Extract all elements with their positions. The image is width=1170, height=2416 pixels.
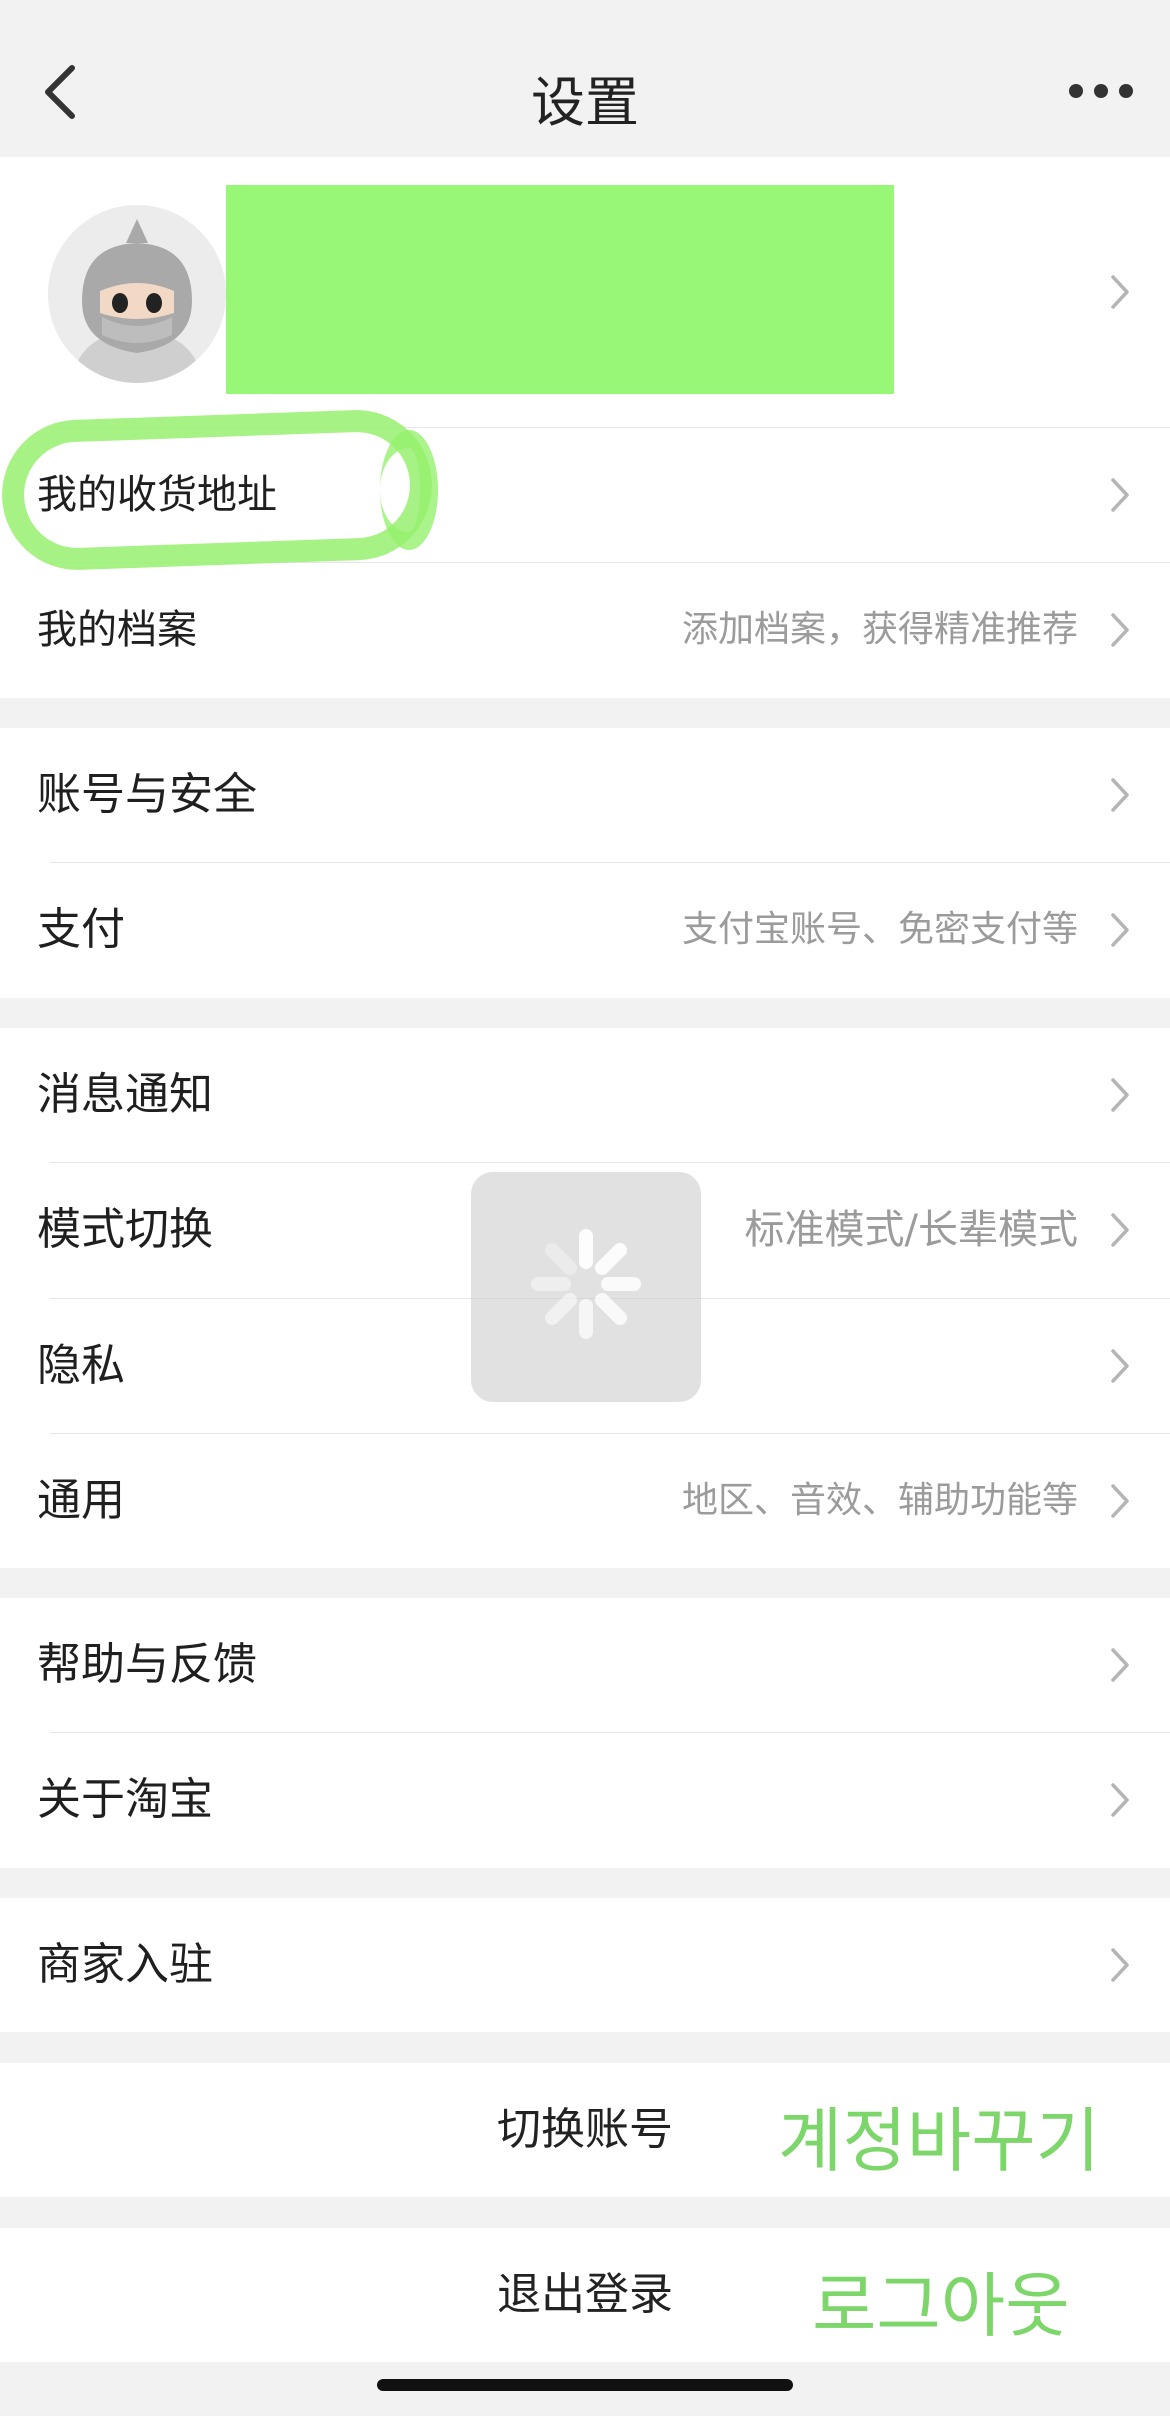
row-merchant-join[interactable]: 商家入驻 [0,1898,1170,2032]
row-about-taobao[interactable]: 关于淘宝 [0,1733,1170,1867]
row-hint: 地区、音效、辅助功能等 [681,1480,1078,1521]
chevron-right-icon [1111,1484,1129,1518]
row-general[interactable]: 通用 地区、音效、辅助功能等 [0,1434,1170,1568]
logout-annotation: 로그아웃 [812,2265,1070,2347]
chevron-right-icon [1111,275,1129,309]
row-my-profile[interactable]: 我的档案 添加档案，获得精准推荐 [0,563,1170,697]
row-notifications[interactable]: 消息通知 [0,1028,1170,1162]
row-hint: 支付宝账号、免密支付等 [681,909,1078,950]
section-merchant: 商家入驻 [0,1898,1170,2032]
chevron-right-icon [1111,478,1129,512]
row-label: 消息通知 [37,1069,213,1120]
more-dots-icon[interactable] [1066,78,1136,104]
chevron-right-icon [1111,913,1129,947]
chevron-right-icon [1111,1948,1129,1982]
row-label: 帮助与反馈 [37,1639,257,1690]
page-title: 设置 [531,71,639,134]
row-help-feedback[interactable]: 帮助与反馈 [0,1598,1170,1732]
navigation-bar: 设置 [0,0,1170,157]
avatar [48,205,226,383]
row-label: 账号与安全 [37,769,257,820]
highlight-circle [0,407,435,573]
row-label: 通用 [37,1475,125,1526]
row-account-security[interactable]: 账号与安全 [0,728,1170,862]
loading-overlay [471,1172,701,1402]
chevron-right-icon [1111,613,1129,647]
spinner-icon [531,1229,641,1339]
section-help: 帮助与反馈 关于淘宝 [0,1598,1170,1868]
home-indicator [377,2379,793,2391]
section-security: 账号与安全 支付 支付宝账号、免密支付等 [0,728,1170,998]
row-hint: 标准模式/长辈模式 [744,1207,1078,1253]
row-label: 支付 [37,904,125,955]
row-label: 我的档案 [37,607,197,653]
switch-account-annotation: 계정바꾸기 [778,2100,1100,2182]
chevron-right-icon [1111,1078,1129,1112]
chevron-right-icon [1111,1213,1129,1247]
row-label: 关于淘宝 [37,1774,213,1825]
row-label: 隐私 [37,1340,125,1391]
chevron-right-icon [1111,1783,1129,1817]
highlight-circle-tail [380,430,438,550]
chevron-right-icon [1111,1648,1129,1682]
chevron-right-icon [1111,778,1129,812]
row-label: 模式切换 [37,1204,213,1255]
row-label: 商家入驻 [37,1939,213,1990]
row-payment[interactable]: 支付 支付宝账号、免密支付等 [0,863,1170,997]
chevron-right-icon [1111,1349,1129,1383]
redaction-block [226,185,894,394]
row-hint: 添加档案，获得精准推荐 [681,609,1078,650]
